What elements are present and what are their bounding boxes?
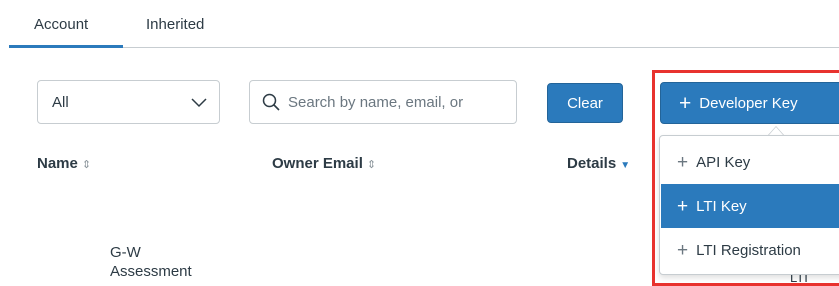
menu-caret-inner [769,127,783,135]
chevron-down-icon [191,95,207,113]
search-input[interactable] [288,81,513,123]
tabs-divider [123,47,839,48]
key-name-line2: Assessment [110,263,192,280]
menu-item-label: API Key [696,153,751,171]
table-row: G-W Assessment [110,243,192,281]
filter-select[interactable]: All [37,80,220,124]
column-header-name[interactable]: Name ⇕ [37,155,91,172]
column-header-owner-email[interactable]: Owner Email ⇕ [272,155,376,172]
column-header-name-label: Name [37,155,78,172]
plus-icon: + [679,91,692,115]
add-developer-key-button[interactable]: + Developer Key [660,82,839,124]
sort-icon: ⇕ [81,159,92,171]
developer-key-menu: + API Key + LTI Key + LTI Registration [659,135,839,275]
sort-descending-icon: ▼ [620,160,631,171]
key-name-line1: G-W [110,244,141,261]
tab-account[interactable]: Account [34,16,88,33]
tab-inherited[interactable]: Inherited [146,16,204,33]
menu-item-label: LTI Registration [696,241,801,259]
search-icon [262,93,280,116]
sort-icon: ⇕ [366,159,377,171]
menu-item-api-key[interactable]: + API Key [661,140,839,184]
plus-icon: + [677,239,689,261]
menu-item-label: LTI Key [696,197,747,215]
search-field[interactable] [249,80,517,124]
column-header-details-label: Details [567,155,617,172]
menu-item-lti-key[interactable]: + LTI Key [661,184,839,228]
column-header-details[interactable]: Details ▼ [567,155,630,172]
plus-icon: + [677,151,689,173]
menu-item-lti-registration[interactable]: + LTI Registration [661,228,839,272]
active-tab-indicator [9,45,123,48]
clear-button[interactable]: Clear [547,83,623,123]
filter-select-value: All [52,94,69,111]
developer-key-label: Developer Key [699,94,798,112]
column-header-owner-email-label: Owner Email [272,155,363,172]
plus-icon: + [677,195,689,217]
